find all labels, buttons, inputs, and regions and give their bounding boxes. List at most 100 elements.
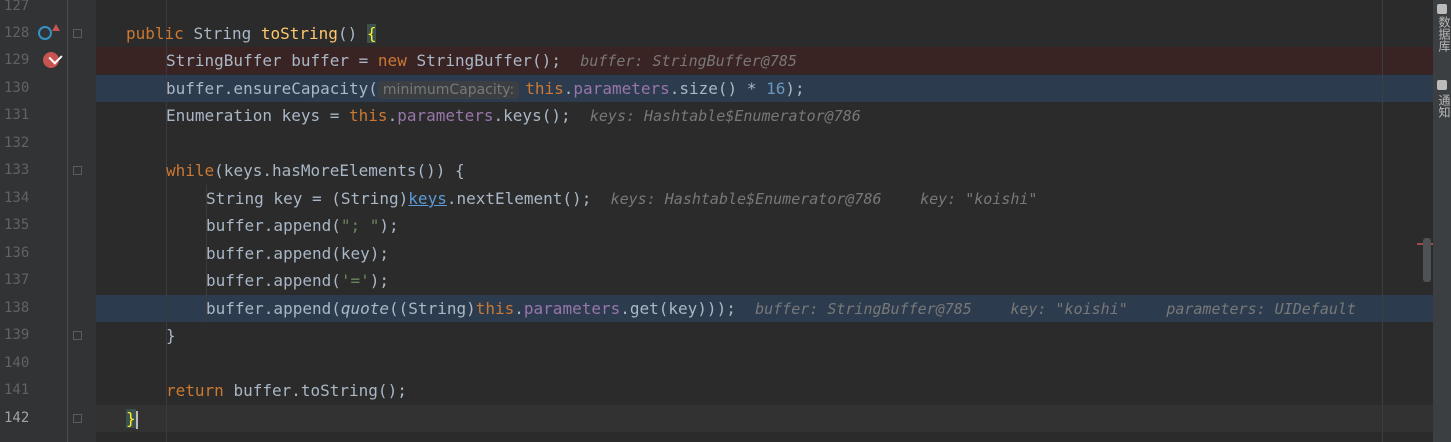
vertical-scrollbar-thumb[interactable] <box>1423 238 1431 282</box>
code-text: buffer.append( <box>206 216 341 235</box>
code-line-134[interactable]: String key = (String)keys.nextElement();… <box>206 185 1037 212</box>
gutter-line-138[interactable]: 138 <box>0 295 96 322</box>
code-line-136[interactable]: buffer.append(key); <box>206 240 389 267</box>
line-number: 138 <box>4 300 30 316</box>
editor-gutter[interactable]: 127 128 129 130 131 132 133 134 135 136 … <box>0 0 96 442</box>
matched-brace: { <box>366 24 377 43</box>
code-text: ); <box>785 79 805 98</box>
gutter-line-136[interactable]: 136 <box>0 240 96 267</box>
parameter-name-hint: minimumCapacity: <box>377 81 520 99</box>
code-line-133[interactable]: while(keys.hasMoreElements()) { <box>166 157 465 184</box>
code-line-129[interactable]: StringBuffer buffer = new StringBuffer()… <box>166 47 797 74</box>
type-name: String <box>193 24 261 43</box>
static-method-call: quote <box>340 299 390 318</box>
right-margin-guide <box>1382 0 1383 442</box>
code-text: .nextElement(); <box>446 189 592 208</box>
notifications-tool-button[interactable]: 通知 <box>1436 94 1451 118</box>
gutter-line-142[interactable]: 142 <box>0 405 96 432</box>
code-text: Enumeration keys = <box>166 106 350 125</box>
code-text: buffer.append( <box>206 299 341 318</box>
code-text: .keys(); <box>493 106 571 125</box>
database-tool-button[interactable]: 数据库 <box>1436 16 1451 52</box>
gutter-line-131[interactable]: 131 <box>0 102 96 129</box>
gutter-line-135[interactable]: 135 <box>0 212 96 239</box>
gutter-line-129[interactable]: 129 <box>0 47 96 74</box>
number-literal: 16 <box>766 79 786 98</box>
gutter-line-128[interactable]: 128 <box>0 20 96 47</box>
gutter-line-139[interactable]: 139 <box>0 322 96 349</box>
debug-inline-value[interactable]: key: "koishi" <box>920 190 1037 208</box>
debug-inline-value[interactable]: keys: Hashtable$Enumerator@786 <box>590 107 861 125</box>
code-line-130[interactable]: buffer.ensureCapacity(minimumCapacity: th… <box>166 75 805 102</box>
code-text: ); <box>379 216 399 235</box>
code-text: (keys.hasMoreElements()) { <box>214 161 465 180</box>
line-number: 140 <box>4 355 30 371</box>
code-line-135[interactable]: buffer.append("; "); <box>206 212 399 239</box>
line-number: 129 <box>4 52 30 68</box>
field-name: parameters <box>573 79 670 98</box>
code-text: () <box>337 24 367 43</box>
debug-inline-value[interactable]: keys: Hashtable$Enumerator@786 <box>611 190 882 208</box>
fold-toggle-icon[interactable] <box>73 166 82 175</box>
gutter-line-141[interactable]: 141 <box>0 377 96 404</box>
code-text: .get(key))); <box>620 299 736 318</box>
string-literal: "; " <box>340 216 380 235</box>
fold-toggle-icon[interactable] <box>73 29 82 38</box>
code-text: buffer.append(key); <box>206 244 390 263</box>
method-name: toString <box>260 24 338 43</box>
line-number: 136 <box>4 245 30 261</box>
code-text: buffer.toString(); <box>233 381 407 400</box>
reassigned-variable[interactable]: keys <box>408 189 447 208</box>
keyword: this <box>349 106 388 125</box>
code-text: String key = (String) <box>206 189 409 208</box>
line-number: 139 <box>4 327 30 343</box>
code-editor[interactable]: 127 128 129 130 131 132 133 134 135 136 … <box>0 0 1433 442</box>
gutter-line-132[interactable]: 132 <box>0 130 96 157</box>
code-line-137[interactable]: buffer.append('='); <box>206 267 389 294</box>
gutter-line-130[interactable]: 130 <box>0 75 96 102</box>
line-number: 133 <box>4 162 30 178</box>
matched-brace: } <box>126 409 136 428</box>
keyword: new <box>377 51 417 70</box>
code-line-138[interactable]: buffer.append(quote((String)this.paramet… <box>206 295 1433 322</box>
gutter-line-127[interactable]: 127 <box>0 0 96 20</box>
gutter-line-134[interactable]: 134 <box>0 185 96 212</box>
code-text: StringBuffer(); <box>416 51 561 70</box>
text-caret <box>135 410 138 429</box>
line-number: 137 <box>4 272 30 288</box>
overrides-method-icon[interactable] <box>38 26 52 40</box>
debug-inline-value[interactable]: parameters: UIDefault <box>1166 300 1356 318</box>
code-text: . <box>563 79 574 98</box>
fold-toggle-icon[interactable] <box>73 331 82 340</box>
gutter-line-140[interactable]: 140 <box>0 350 96 377</box>
line-number: 128 <box>4 25 30 41</box>
code-line-131[interactable]: Enumeration keys = this.parameters.keys(… <box>166 102 861 129</box>
code-text: StringBuffer buffer = <box>166 51 378 70</box>
gutter-line-137[interactable]: 137 <box>0 267 96 294</box>
keyword: return <box>166 381 234 400</box>
code-area[interactable]: public String toString() { StringBuffer … <box>96 0 1433 442</box>
debug-inline-value[interactable]: buffer: StringBuffer@785 <box>755 300 972 318</box>
gutter-line-133[interactable]: 133 <box>0 157 96 184</box>
database-icon[interactable] <box>1437 4 1447 14</box>
code-line-142[interactable]: } <box>126 405 138 432</box>
notifications-bell-icon[interactable] <box>1437 80 1447 90</box>
keyword: this <box>475 299 515 318</box>
code-line-141[interactable]: return buffer.toString(); <box>166 377 407 404</box>
fold-toggle-icon[interactable] <box>73 414 82 423</box>
code-text: . <box>514 299 524 318</box>
code-text: . <box>387 106 398 125</box>
line-number: 127 <box>4 0 30 14</box>
line-number: 130 <box>4 80 30 96</box>
code-line-139[interactable]: } <box>166 322 176 349</box>
right-tool-window-bar: 数据库 通知 <box>1433 0 1451 442</box>
debug-inline-value[interactable]: buffer: StringBuffer@785 <box>580 52 797 70</box>
debug-inline-value[interactable]: key: "koishi" <box>1010 300 1127 318</box>
code-text: } <box>166 326 176 345</box>
char-literal: '=' <box>340 271 370 290</box>
line-number: 131 <box>4 107 30 123</box>
code-text: ); <box>369 271 390 290</box>
code-line-128[interactable]: public String toString() { <box>126 20 377 47</box>
line-number: 141 <box>4 382 30 398</box>
field-name: parameters <box>397 106 494 125</box>
